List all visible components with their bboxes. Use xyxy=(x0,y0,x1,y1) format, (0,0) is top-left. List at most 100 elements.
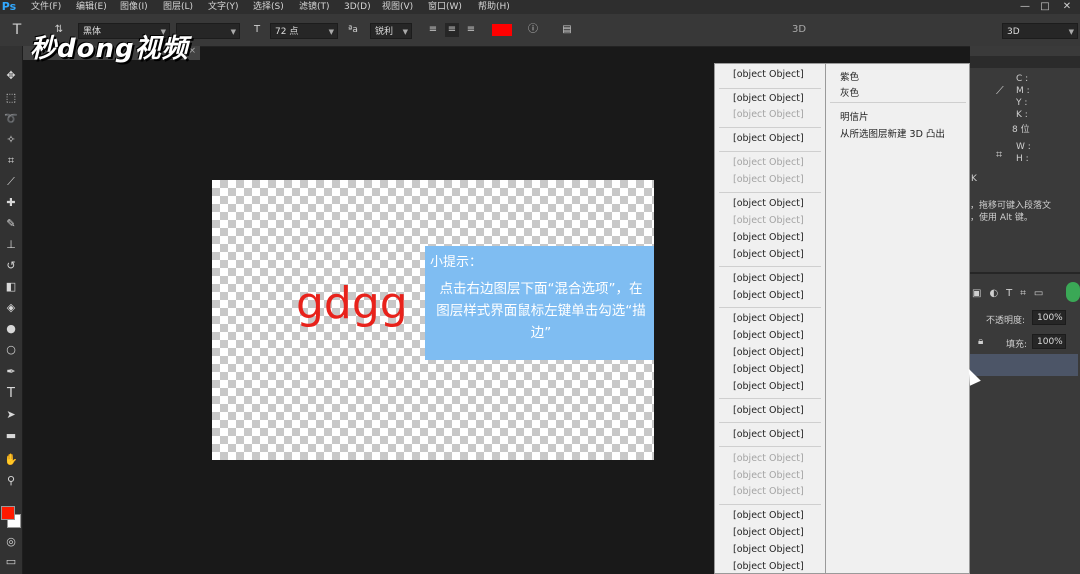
opacity-input[interactable]: 100% xyxy=(1032,310,1066,325)
menu-color-red[interactable]: [object Object] xyxy=(733,527,804,538)
menu-new-3d-extrusion[interactable]: 从所选图层新建 3D 凸出 xyxy=(840,126,945,140)
magic-wand-icon[interactable]: ✧ xyxy=(1,130,21,150)
warp-text-icon[interactable]: ⓘ xyxy=(526,23,540,37)
align-left-icon[interactable]: ≡ xyxy=(426,23,440,37)
paint-bucket-icon[interactable]: ◈ xyxy=(1,298,21,318)
menu-image[interactable]: 图像(I) xyxy=(120,0,148,14)
menu-convert-paragraph-text[interactable]: [object Object] xyxy=(733,405,804,416)
lasso-tool-icon[interactable]: ➰ xyxy=(1,109,21,129)
layer-filter-icons[interactable]: ▣◐T⌗▭ xyxy=(972,288,1051,299)
hand-tool-icon[interactable]: ✋ xyxy=(1,450,21,470)
restore-button[interactable]: □ xyxy=(1036,0,1054,14)
minimize-button[interactable]: — xyxy=(1016,0,1034,14)
menu-aa-none[interactable]: [object Object] xyxy=(733,313,804,324)
info-hint-3: ，使用 Alt 键。 xyxy=(970,213,1033,223)
menu-separator xyxy=(719,422,821,423)
width-label: W : xyxy=(1016,142,1031,152)
quick-mask-icon[interactable]: ◎ xyxy=(1,532,21,552)
opacity-label: 不透明度: xyxy=(986,316,1026,326)
menu-duplicate-layer[interactable]: [object Object] xyxy=(733,93,804,104)
path-selection-icon[interactable]: ➤ xyxy=(1,405,21,425)
menu-aa-crisp[interactable]: [object Object] xyxy=(733,347,804,358)
move-tool-icon[interactable]: ✥ xyxy=(1,66,21,86)
type-tool-icon[interactable]: T xyxy=(10,23,24,37)
menu-aa-strong[interactable]: [object Object] xyxy=(733,364,804,375)
menu-file[interactable]: 文件(F) xyxy=(31,0,61,14)
eyedropper-tool-icon[interactable]: ⟋ xyxy=(1,172,21,192)
stamp-tool-icon[interactable]: ⊥ xyxy=(1,235,21,255)
filter-toggle-icon[interactable] xyxy=(1066,282,1080,302)
workspace-select[interactable]: 3D ▼ xyxy=(1002,23,1078,39)
menu-separator xyxy=(719,127,821,128)
menu-aa-sharp[interactable]: [object Object] xyxy=(733,330,804,341)
menu-type[interactable]: 文字(Y) xyxy=(208,0,239,14)
menu-create-work-path[interactable]: [object Object] xyxy=(733,232,804,243)
tip-title: 小提示： xyxy=(430,255,483,270)
align-center-icon[interactable]: ≡ xyxy=(445,23,459,37)
menu-help[interactable]: 帮助(H) xyxy=(478,0,510,14)
lock-icon[interactable]: 🔒︎ xyxy=(978,336,983,347)
menu-view[interactable]: 视图(V) xyxy=(382,0,413,14)
zoom-tool-icon[interactable]: ⚲ xyxy=(1,471,21,491)
align-right-icon[interactable]: ≡ xyxy=(464,23,478,37)
menu-vertical[interactable]: [object Object] xyxy=(733,290,804,301)
menu-separator xyxy=(719,192,821,193)
height-label: H : xyxy=(1016,154,1029,164)
menu-color-none[interactable]: [object Object] xyxy=(733,510,804,521)
tip-body: 点击右边图层下面“混合选项”，在图层样式界面鼠标左键单击勾选“描边” xyxy=(436,281,646,341)
menu-blending-options[interactable]: [object Object] xyxy=(733,69,804,80)
selected-layer-row[interactable] xyxy=(970,354,1078,376)
cmyk-c-label: C : xyxy=(1016,74,1029,84)
brush-tool-icon[interactable]: ✎ xyxy=(1,214,21,234)
menu-convert-to-shape[interactable]: [object Object] xyxy=(733,249,804,260)
menu-aa-smooth[interactable]: [object Object] xyxy=(733,381,804,392)
pen-tool-icon[interactable]: ✒ xyxy=(1,362,21,382)
fill-label: 填充: xyxy=(1006,340,1028,350)
menu-delete-layer: [object Object] xyxy=(733,109,804,120)
panel-divider xyxy=(970,272,1080,274)
rectangle-tool-icon[interactable]: ▬ xyxy=(1,426,21,446)
menu-horizontal[interactable]: [object Object] xyxy=(733,273,804,284)
menu-warp-text[interactable]: [object Object] xyxy=(733,429,804,440)
close-tab-icon[interactable]: × xyxy=(188,46,196,56)
dodge-tool-icon[interactable]: ○ xyxy=(1,340,21,360)
history-brush-icon[interactable]: ↺ xyxy=(1,256,21,276)
antialias-select[interactable]: 锐利 ▼ xyxy=(370,23,412,39)
right-panel: ⟋ C : M : Y : K : 8 位 ⌗ W : H : K ，拖移可键入… xyxy=(970,46,1080,574)
cmyk-k-label: K : xyxy=(1016,110,1028,120)
character-panel-icon[interactable]: ▤ xyxy=(560,23,574,37)
menu-filter[interactable]: 滤镜(T) xyxy=(299,0,330,14)
menu-color-violet[interactable]: 紫色 xyxy=(840,69,859,83)
menu-rasterize-type[interactable]: [object Object] xyxy=(733,198,804,209)
crop-tool-icon[interactable]: ⌗ xyxy=(1,151,21,171)
menu-layer[interactable]: 图层(L) xyxy=(163,0,193,14)
photoshop-logo: Ps xyxy=(1,0,17,13)
blur-tool-icon[interactable]: ● xyxy=(1,319,21,339)
menu-separator xyxy=(719,307,821,308)
canvas-text-layer[interactable]: gdgg xyxy=(296,278,408,329)
font-size-icon: T xyxy=(253,24,261,35)
close-button[interactable]: ✕ xyxy=(1058,0,1076,14)
menu-select[interactable]: 选择(S) xyxy=(253,0,284,14)
menu-separator xyxy=(719,266,821,267)
fill-input[interactable]: 100% xyxy=(1032,334,1066,349)
menu-color-yellow[interactable]: [object Object] xyxy=(733,561,804,572)
marquee-tool-icon[interactable]: ⬚ xyxy=(1,88,21,108)
eraser-tool-icon[interactable]: ◧ xyxy=(1,277,21,297)
text-color-swatch[interactable] xyxy=(492,24,512,36)
document-canvas[interactable]: gdgg 小提示： 点击右边图层下面“混合选项”，在图层样式界面鼠标左键单击勾选… xyxy=(212,180,654,460)
menu-color-gray[interactable]: 灰色 xyxy=(840,85,859,99)
menu-3d[interactable]: 3D(D) xyxy=(344,0,371,14)
foreground-color-swatch[interactable] xyxy=(1,506,15,520)
menu-separator xyxy=(830,102,966,103)
menu-color-orange[interactable]: [object Object] xyxy=(733,544,804,555)
menu-postcard[interactable]: 明信片 xyxy=(840,109,869,123)
font-size-select[interactable]: 72 点 ▼ xyxy=(270,23,338,39)
menu-window[interactable]: 窗口(W) xyxy=(428,0,462,14)
type-tool-icon[interactable]: T xyxy=(1,384,21,404)
screen-mode-icon[interactable]: ▭ xyxy=(1,552,21,572)
menu-link-layers: [object Object] xyxy=(733,157,804,168)
menu-convert-smart-object[interactable]: [object Object] xyxy=(733,133,804,144)
menu-edit[interactable]: 编辑(E) xyxy=(76,0,107,14)
healing-brush-icon[interactable]: ✚ xyxy=(1,193,21,213)
